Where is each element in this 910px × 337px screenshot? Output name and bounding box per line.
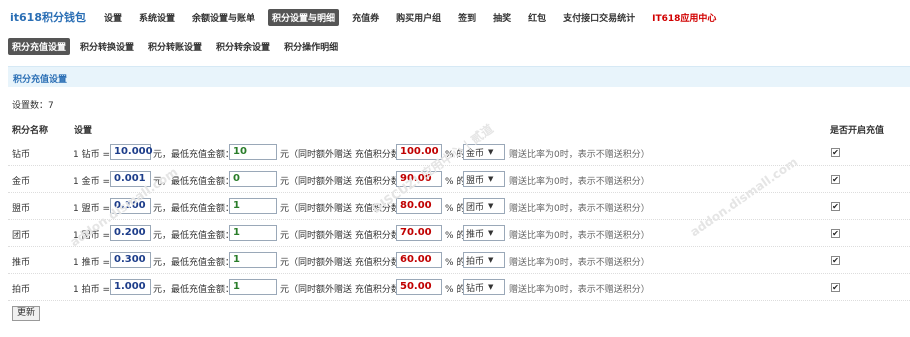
min-amount-input[interactable]: 1 bbox=[229, 252, 277, 268]
gift-label: 元（同时额外赠送 充值积分数* bbox=[280, 150, 405, 160]
min-label: 元，最低充值金额： bbox=[153, 204, 235, 214]
subtab-points-to-balance[interactable]: 积分转余设置 bbox=[212, 38, 274, 55]
points-name: 团币 bbox=[12, 231, 31, 241]
app-brand[interactable]: it618积分钱包 bbox=[10, 9, 86, 25]
tab-checkin[interactable]: 签到 bbox=[454, 9, 480, 26]
update-button[interactable]: 更新 bbox=[12, 306, 41, 321]
tab-red-packet[interactable]: 红包 bbox=[524, 9, 550, 26]
rate-input[interactable]: 1.000 bbox=[110, 279, 151, 295]
points-name: 推币 bbox=[12, 258, 31, 268]
enable-checkbox[interactable]: ✔ bbox=[831, 175, 840, 184]
chevron-down-icon: ▼ bbox=[488, 148, 494, 156]
rate-input[interactable]: 0.300 bbox=[110, 252, 151, 268]
tab-recharge-coupons[interactable]: 充值券 bbox=[348, 9, 383, 26]
table-row: 钻币 1 钻币 = 10.000 元，最低充值金额： 10 元（同时额外赠送 充… bbox=[8, 140, 910, 166]
tab-payment-stats[interactable]: 支付接口交易统计 bbox=[559, 9, 639, 26]
tab-points-settings[interactable]: 积分设置与明细 bbox=[268, 8, 340, 26]
points-name: 钻币 bbox=[12, 150, 31, 160]
tab-settings[interactable]: 设置 bbox=[100, 9, 126, 26]
points-name: 盟币 bbox=[12, 204, 31, 214]
chevron-down-icon: ▼ bbox=[488, 229, 494, 237]
tab-lottery[interactable]: 抽奖 bbox=[489, 9, 515, 26]
table-row: 拍币 1 拍币 = 1.000 元，最低充值金额： 1 元（同时额外赠送 充值积… bbox=[8, 275, 910, 301]
note-text: 赠送比率为0时，表示不赠送积分） bbox=[509, 150, 650, 160]
min-amount-input[interactable]: 1 bbox=[229, 225, 277, 241]
section-title: 积分充值设置 bbox=[13, 75, 68, 85]
header-points-name: 积分名称 bbox=[12, 126, 49, 136]
gift-points-select[interactable]: 团币 ▼ bbox=[463, 198, 505, 214]
subtab-points-transfer[interactable]: 积分转账设置 bbox=[144, 38, 206, 55]
min-amount-input[interactable]: 1 bbox=[229, 198, 277, 214]
tab-system-settings[interactable]: 系统设置 bbox=[135, 9, 179, 26]
rate-input[interactable]: 0.100 bbox=[110, 198, 151, 214]
gift-points-select[interactable]: 盟币 ▼ bbox=[463, 171, 505, 187]
gift-ratio-input[interactable]: 80.00 bbox=[396, 198, 442, 214]
unit-label: 1 推币 = bbox=[73, 258, 111, 268]
table-row: 推币 1 推币 = 0.300 元，最低充值金额： 1 元（同时额外赠送 充值积… bbox=[8, 248, 910, 274]
chevron-down-icon: ▼ bbox=[488, 283, 494, 291]
enable-checkbox[interactable]: ✔ bbox=[831, 148, 840, 157]
chevron-down-icon: ▼ bbox=[488, 256, 494, 264]
gift-ratio-input[interactable]: 90.00 bbox=[396, 171, 442, 187]
table-row: 盟币 1 盟币 = 0.100 元，最低充值金额： 1 元（同时额外赠送 充值积… bbox=[8, 194, 910, 220]
unit-label: 1 金币 = bbox=[73, 177, 111, 187]
unit-label: 1 拍币 = bbox=[73, 285, 111, 295]
rate-input[interactable]: 10.000 bbox=[110, 144, 153, 160]
min-label: 元，最低充值金额： bbox=[153, 285, 235, 295]
tab-app-center[interactable]: IT618应用中心 bbox=[648, 9, 720, 26]
gift-label: 元（同时额外赠送 充值积分数* bbox=[280, 204, 405, 214]
chevron-down-icon: ▼ bbox=[488, 202, 494, 210]
enable-checkbox[interactable]: ✔ bbox=[831, 283, 840, 292]
gift-ratio-input[interactable]: 100.00 bbox=[396, 144, 442, 160]
rate-input[interactable]: 0.200 bbox=[110, 225, 151, 241]
chevron-down-icon: ▼ bbox=[488, 175, 494, 183]
gift-ratio-input[interactable]: 50.00 bbox=[396, 279, 442, 295]
note-text: 赠送比率为0时，表示不赠送积分） bbox=[509, 285, 650, 295]
unit-label: 1 盟币 = bbox=[73, 204, 111, 214]
note-text: 赠送比率为0时，表示不赠送积分） bbox=[509, 204, 650, 214]
tab-buy-usergroup[interactable]: 购买用户组 bbox=[392, 9, 445, 26]
gift-ratio-input[interactable]: 60.00 bbox=[396, 252, 442, 268]
points-name: 金币 bbox=[12, 177, 31, 187]
gift-label: 元（同时额外赠送 充值积分数* bbox=[280, 258, 405, 268]
min-label: 元，最低充值金额： bbox=[153, 258, 235, 268]
gift-points-select[interactable]: 金币 ▼ bbox=[463, 144, 505, 160]
table-row: 金币 1 金币 = 0.001 元，最低充值金额： 0 元（同时额外赠送 充值积… bbox=[8, 167, 910, 193]
note-text: 赠送比率为0时，表示不赠送积分） bbox=[509, 258, 650, 268]
rate-input[interactable]: 0.001 bbox=[110, 171, 151, 187]
top-nav: it618积分钱包 设置 系统设置 余额设置与账单 积分设置与明细 充值券 购买… bbox=[0, 6, 910, 28]
min-label: 元，最低充值金额： bbox=[153, 177, 235, 187]
gift-label: 元（同时额外赠送 充值积分数* bbox=[280, 231, 405, 241]
settings-count: 设置数：7 bbox=[12, 101, 54, 111]
gift-points-select[interactable]: 推币 ▼ bbox=[463, 225, 505, 241]
table-row: 团币 1 团币 = 0.200 元，最低充值金额： 1 元（同时额外赠送 充值积… bbox=[8, 221, 910, 247]
gift-ratio-input[interactable]: 70.00 bbox=[396, 225, 442, 241]
min-amount-input[interactable]: 0 bbox=[229, 171, 277, 187]
subtab-points-convert[interactable]: 积分转换设置 bbox=[76, 38, 138, 55]
gift-points-select[interactable]: 钻币 ▼ bbox=[463, 279, 505, 295]
gift-points-select[interactable]: 拍币 ▼ bbox=[463, 252, 505, 268]
note-text: 赠送比率为0时，表示不赠送积分） bbox=[509, 231, 650, 241]
tab-balance-settings[interactable]: 余额设置与账单 bbox=[188, 9, 259, 26]
subtab-points-recharge[interactable]: 积分充值设置 bbox=[8, 38, 71, 55]
min-amount-input[interactable]: 10 bbox=[229, 144, 277, 160]
enable-checkbox[interactable]: ✔ bbox=[831, 202, 840, 211]
header-setting: 设置 bbox=[74, 126, 93, 136]
enable-checkbox[interactable]: ✔ bbox=[831, 256, 840, 265]
unit-label: 1 钻币 = bbox=[73, 150, 111, 160]
points-name: 拍币 bbox=[12, 285, 31, 295]
gift-label: 元（同时额外赠送 充值积分数* bbox=[280, 177, 405, 187]
min-label: 元，最低充值金额： bbox=[153, 150, 235, 160]
enable-checkbox[interactable]: ✔ bbox=[831, 229, 840, 238]
unit-label: 1 团币 = bbox=[73, 231, 111, 241]
section-header: 积分充值设置 bbox=[8, 66, 910, 87]
min-amount-input[interactable]: 1 bbox=[229, 279, 277, 295]
note-text: 赠送比率为0时，表示不赠送积分） bbox=[509, 177, 650, 187]
sub-nav: 积分充值设置 积分转换设置 积分转账设置 积分转余设置 积分操作明细 bbox=[8, 38, 348, 55]
header-enable: 是否开启充值 bbox=[830, 126, 885, 136]
subtab-points-log[interactable]: 积分操作明细 bbox=[280, 38, 342, 55]
gift-label: 元（同时额外赠送 充值积分数* bbox=[280, 285, 405, 295]
min-label: 元，最低充值金额： bbox=[153, 231, 235, 241]
